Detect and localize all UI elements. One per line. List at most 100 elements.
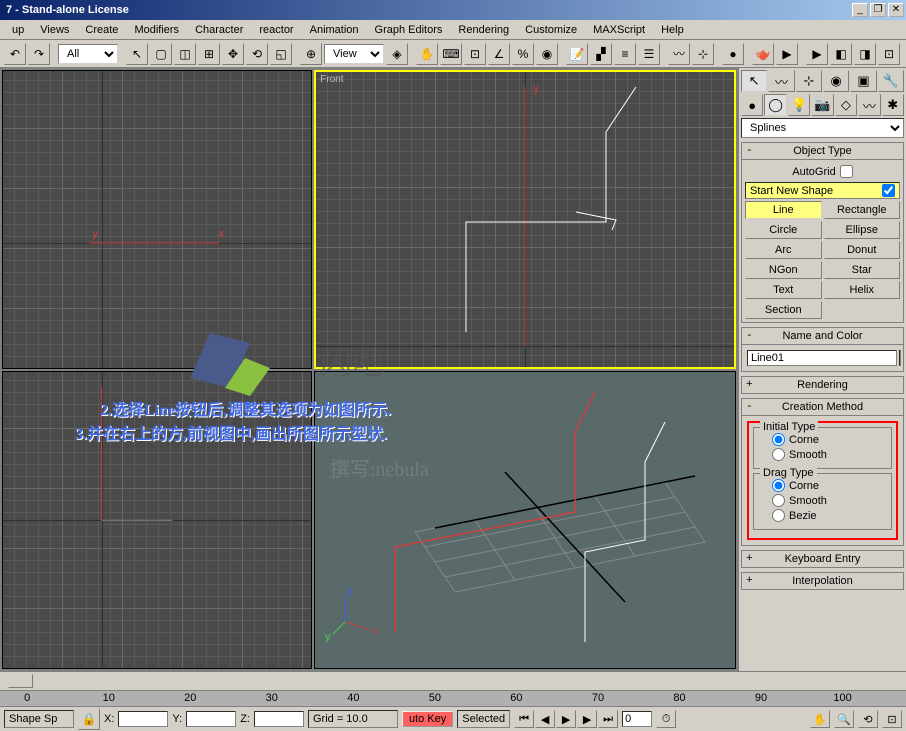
refcoord-button[interactable]: ⊕	[300, 43, 322, 65]
rollout-rendering[interactable]: +Rendering	[741, 376, 904, 394]
category-dropdown[interactable]: Splines	[741, 118, 904, 138]
close-button[interactable]: ✕	[888, 3, 904, 17]
btn-ellipse[interactable]: Ellipse	[824, 221, 901, 239]
menu-grapheditors[interactable]: Graph Editors	[367, 22, 451, 38]
viewport-front[interactable]: Front y	[314, 70, 736, 369]
redo-button[interactable]: ↷	[28, 43, 50, 65]
tab-modify[interactable]: 〰	[768, 70, 794, 92]
play-button[interactable]: ▶	[806, 43, 828, 65]
align-button[interactable]: ≡	[614, 43, 636, 65]
menu-up[interactable]: up	[4, 22, 32, 38]
menu-create[interactable]: Create	[77, 22, 126, 38]
tab-display[interactable]: ▣	[850, 70, 876, 92]
frame-input[interactable]	[622, 711, 652, 727]
rollout-interpolation[interactable]: +Interpolation	[741, 572, 904, 590]
subtab-helpers[interactable]: ◇	[835, 94, 857, 116]
subtab-geometry[interactable]: ●	[741, 94, 763, 116]
percent-snap-button[interactable]: %	[512, 43, 534, 65]
btn-star[interactable]: Star	[824, 261, 901, 279]
x-input[interactable]	[118, 711, 168, 727]
snap-button[interactable]: ⊡	[464, 43, 486, 65]
subtab-shapes[interactable]: ◯	[764, 94, 786, 116]
object-name-input[interactable]	[747, 350, 897, 366]
select-region-button[interactable]: ◫	[174, 43, 196, 65]
menu-reactor[interactable]: reactor	[251, 22, 301, 38]
time-ruler[interactable]: 0 10 20 30 40 50 60 70 80 90 100	[0, 691, 906, 707]
tab-utilities[interactable]: 🔧	[878, 70, 904, 92]
btn-text[interactable]: Text	[745, 281, 822, 299]
drag-smooth-radio[interactable]	[772, 494, 785, 507]
viewport-top[interactable]: x y	[2, 70, 312, 369]
initial-smooth-radio[interactable]	[772, 448, 785, 461]
schematic-button[interactable]: ⊹	[692, 43, 714, 65]
subtab-lights[interactable]: 💡	[788, 94, 810, 116]
minimize-button[interactable]: _	[852, 3, 868, 17]
select-name-button[interactable]: ▢	[150, 43, 172, 65]
tab-hierarchy[interactable]: ⊹	[796, 70, 822, 92]
drag-corner-radio[interactable]	[772, 479, 785, 492]
undo-button[interactable]: ↶	[4, 43, 26, 65]
window-crossing-button[interactable]: ⊞	[198, 43, 220, 65]
btn-circle[interactable]: Circle	[745, 221, 822, 239]
quick-render-button[interactable]: ▶	[776, 43, 798, 65]
select-button[interactable]: ↖	[126, 43, 148, 65]
btn-ngon[interactable]: NGon	[745, 261, 822, 279]
autokey-button[interactable]: uto Key	[402, 711, 453, 727]
material-button[interactable]: ●	[722, 43, 744, 65]
pivot-button[interactable]: ◈	[386, 43, 408, 65]
rollout-keyboard-entry[interactable]: +Keyboard Entry	[741, 550, 904, 568]
refcoord-dropdown[interactable]: View	[324, 44, 384, 64]
lock-button[interactable]: 🔒	[78, 708, 100, 730]
time-slider-thumb[interactable]	[8, 674, 33, 688]
manipulate-button[interactable]: ✋	[416, 43, 438, 65]
rollout-header-objecttype[interactable]: -Object Type	[742, 143, 903, 160]
btn-section[interactable]: Section	[745, 301, 822, 319]
menu-animation[interactable]: Animation	[302, 22, 367, 38]
rollout-header-namecolor[interactable]: -Name and Color	[742, 328, 903, 345]
angle-snap-button[interactable]: ∠	[488, 43, 510, 65]
named-sets-button[interactable]: 📝	[566, 43, 588, 65]
menu-views[interactable]: Views	[32, 22, 77, 38]
menu-rendering[interactable]: Rendering	[450, 22, 517, 38]
rollout-header-creation[interactable]: -Creation Method	[742, 399, 903, 416]
subtab-spacewarps[interactable]: 〰	[858, 94, 880, 116]
menu-help[interactable]: Help	[653, 22, 692, 38]
menu-maxscript[interactable]: MAXScript	[585, 22, 653, 38]
curve-editor-button[interactable]: 〰	[668, 43, 690, 65]
tab-create[interactable]: ↖	[741, 70, 767, 92]
z-input[interactable]	[254, 711, 304, 727]
scale-button[interactable]: ◱	[270, 43, 292, 65]
move-button[interactable]: ✥	[222, 43, 244, 65]
spinner-snap-button[interactable]: ◉	[536, 43, 558, 65]
keymode-button[interactable]: ⌨	[440, 43, 462, 65]
viewport-perspective[interactable]: x y z	[314, 371, 736, 670]
viewport-left[interactable]	[2, 371, 312, 670]
mirror-button[interactable]: ▞	[590, 43, 612, 65]
btn-rectangle[interactable]: Rectangle	[824, 201, 901, 219]
initial-corner-radio[interactable]	[772, 433, 785, 446]
selection-set-dropdown[interactable]: All	[58, 44, 118, 64]
drag-bezier-radio[interactable]	[772, 509, 785, 522]
y-input[interactable]	[186, 711, 236, 727]
maximize-button[interactable]: ❐	[870, 3, 886, 17]
object-color-swatch[interactable]	[899, 350, 901, 366]
tab-motion[interactable]: ◉	[823, 70, 849, 92]
menu-customize[interactable]: Customize	[517, 22, 585, 38]
subtab-cameras[interactable]: 📷	[811, 94, 833, 116]
subtab-systems[interactable]: ✱	[882, 94, 904, 116]
tool3-button[interactable]: ⊡	[878, 43, 900, 65]
layers-button[interactable]: ☰	[638, 43, 660, 65]
time-slider[interactable]	[0, 671, 906, 691]
menu-modifiers[interactable]: Modifiers	[126, 22, 187, 38]
render-scene-button[interactable]: 🫖	[752, 43, 774, 65]
startshape-checkbox[interactable]	[882, 184, 895, 197]
btn-arc[interactable]: Arc	[745, 241, 822, 259]
btn-donut[interactable]: Donut	[824, 241, 901, 259]
tool2-button[interactable]: ◨	[854, 43, 876, 65]
autogrid-checkbox[interactable]	[840, 165, 853, 178]
tool1-button[interactable]: ◧	[830, 43, 852, 65]
btn-helix[interactable]: Helix	[824, 281, 901, 299]
menu-character[interactable]: Character	[187, 22, 251, 38]
btn-line[interactable]: Line	[745, 201, 822, 219]
rotate-button[interactable]: ⟲	[246, 43, 268, 65]
